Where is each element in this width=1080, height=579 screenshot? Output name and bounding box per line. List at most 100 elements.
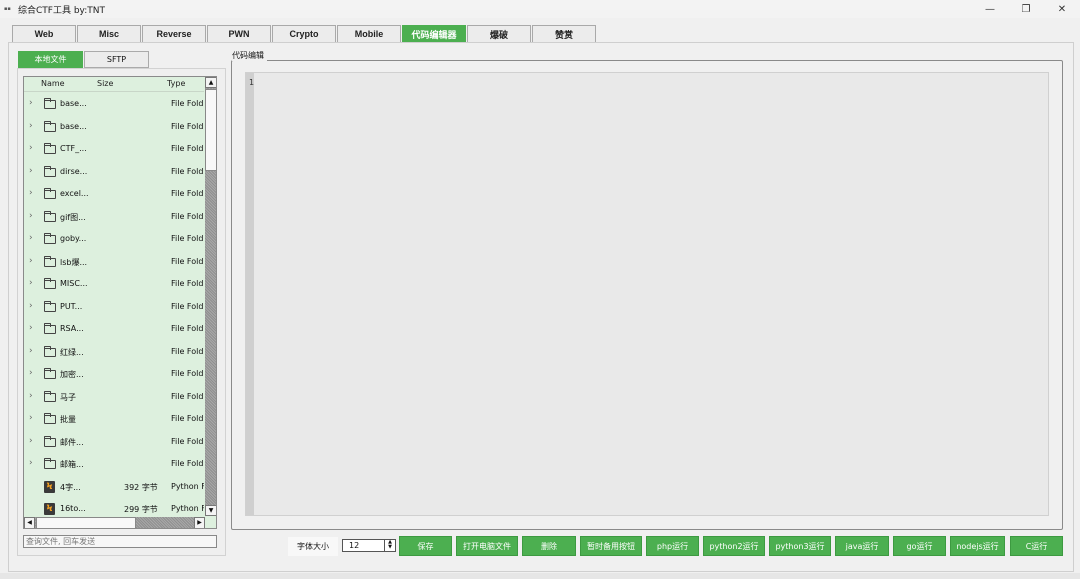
file-type: File Fold [171, 414, 204, 423]
tree-row[interactable]: › goby... File Fold [24, 228, 204, 251]
expand-chevron-icon[interactable]: › [29, 323, 33, 333]
file-name: PUT... [60, 301, 83, 311]
backup-button[interactable]: 暂时备用按钮 [580, 536, 642, 556]
scroll-right-icon[interactable]: ▶ [194, 517, 205, 528]
tab-mobile[interactable]: Mobile [337, 25, 401, 42]
run-java-button[interactable]: java运行 [835, 536, 889, 556]
tree-row[interactable]: › PUT... File Fold [24, 296, 204, 319]
expand-chevron-icon[interactable]: › [29, 121, 33, 131]
folder-icon [44, 120, 56, 132]
app-icon: ▪▪ [4, 6, 11, 12]
folder-icon [44, 435, 56, 447]
expand-chevron-icon[interactable]: › [29, 211, 33, 221]
folder-icon [44, 368, 56, 379]
file-type: File Fold [171, 99, 204, 108]
column-header-type[interactable]: Type [167, 79, 185, 88]
delete-button[interactable]: 删除 [522, 536, 576, 556]
tree-row[interactable]: › base... File Fold [24, 116, 204, 139]
tree-row[interactable]: › RSA... File Fold [24, 318, 204, 341]
tree-row[interactable]: › gif图... File Fold [24, 206, 204, 229]
file-type: File Fold [171, 279, 204, 288]
horizontal-scrollbar[interactable]: ◀ ▶ [24, 517, 205, 528]
title-bar: ▪▪ 综合CTF工具 by:TNT — ❐ ✕ [0, 0, 1080, 18]
tree-row[interactable]: › 邮件... File Fold [24, 431, 204, 454]
folder-icon [44, 323, 56, 334]
run-c-button[interactable]: C运行 [1010, 536, 1063, 556]
tab-donate[interactable]: 赞赏 [532, 25, 596, 42]
close-button[interactable]: ✕ [1044, 0, 1080, 18]
tab-crypto[interactable]: Crypto [272, 25, 336, 42]
expand-chevron-icon[interactable]: › [29, 98, 33, 108]
tree-row[interactable]: › MISC... File Fold [24, 273, 204, 296]
folder-icon [44, 278, 56, 289]
expand-chevron-icon[interactable]: › [29, 458, 33, 468]
tree-row[interactable]: › 邮箱... File Fold [24, 453, 204, 476]
file-type: File Fold [171, 166, 204, 176]
file-search-input[interactable] [23, 535, 217, 548]
code-editor[interactable]: 1 [245, 72, 1049, 516]
hscroll-thumb[interactable] [36, 517, 136, 528]
spin-arrows-icon[interactable]: ▲ ▼ [384, 540, 395, 551]
scroll-down-icon[interactable]: ▼ [205, 505, 216, 516]
restore-button[interactable]: ❐ [1008, 0, 1044, 18]
save-button[interactable]: 保存 [399, 536, 452, 556]
tab-code-editor[interactable]: 代码编辑器 [402, 25, 466, 42]
file-type: File Fold [171, 436, 204, 446]
open-file-button[interactable]: 打开电脑文件 [456, 536, 518, 556]
run-python3-button[interactable]: python3运行 [769, 536, 831, 556]
tree-row[interactable]: › 加密... File Fold [24, 363, 204, 386]
file-name: dirse... [60, 166, 88, 176]
tree-row[interactable]: › lsb爆... File Fold [24, 251, 204, 274]
scroll-left-icon[interactable]: ◀ [24, 517, 35, 528]
file-name: goby... [60, 234, 87, 243]
expand-chevron-icon[interactable]: › [29, 346, 33, 356]
tree-row[interactable]: › CTF_... File Fold [24, 138, 204, 161]
file-tree[interactable]: Name Size Type › base... File Fold › base...… [23, 76, 217, 529]
tab-misc[interactable]: Misc [77, 25, 141, 42]
expand-chevron-icon[interactable]: › [29, 278, 33, 288]
tab-web[interactable]: Web [12, 25, 76, 42]
scroll-up-icon[interactable]: ▲ [205, 77, 216, 88]
folder-icon [44, 143, 56, 154]
run-go-button[interactable]: go运行 [893, 536, 946, 556]
expand-chevron-icon[interactable]: › [29, 301, 33, 311]
tree-row[interactable]: › 批量 File Fold [24, 408, 204, 431]
expand-chevron-icon[interactable]: › [29, 256, 33, 266]
tab-local-files[interactable]: 本地文件 [18, 51, 83, 68]
tab-pwn[interactable]: PWN [207, 25, 271, 42]
file-name: 加密... [60, 370, 84, 379]
expand-chevron-icon[interactable]: › [29, 188, 33, 198]
expand-chevron-icon[interactable]: › [29, 368, 33, 378]
folder-icon [44, 458, 56, 469]
scroll-thumb[interactable] [205, 89, 216, 171]
expand-chevron-icon[interactable]: › [29, 233, 33, 243]
column-header-size[interactable]: Size [97, 79, 113, 88]
font-size-spinbox[interactable]: 12 ▲ ▼ [342, 539, 396, 552]
tab-brute-force[interactable]: 爆破 [467, 25, 531, 42]
tab-reverse[interactable]: Reverse [142, 25, 206, 42]
file-name: 16to... [60, 504, 86, 513]
column-header-name[interactable]: Name [41, 79, 65, 88]
file-name: gif图... [60, 212, 86, 222]
file-type: File Fold [171, 189, 204, 198]
tree-row[interactable]: › base... File Fold [24, 93, 204, 116]
tree-row[interactable]: › dirse... File Fold [24, 161, 204, 184]
python-file-icon: Ϟ [44, 480, 55, 493]
expand-chevron-icon[interactable]: › [29, 413, 33, 423]
tree-row[interactable]: Ϟ 4字... 392 字节 Python F [24, 476, 204, 499]
tree-row[interactable]: › 马子 File Fold [24, 386, 204, 409]
scroll-corner [205, 517, 216, 528]
expand-chevron-icon[interactable]: › [29, 391, 33, 401]
tree-row[interactable]: › excel... File Fold [24, 183, 204, 206]
folder-icon [44, 300, 56, 312]
minimize-button[interactable]: — [972, 0, 1008, 18]
run-nodejs-button[interactable]: nodejs运行 [950, 536, 1005, 556]
tab-sftp[interactable]: SFTP [84, 51, 149, 68]
expand-chevron-icon[interactable]: › [29, 436, 33, 446]
vertical-scrollbar[interactable]: ▲ ▼ [205, 77, 216, 516]
expand-chevron-icon[interactable]: › [29, 166, 33, 176]
run-php-button[interactable]: php运行 [646, 536, 699, 556]
run-python2-button[interactable]: python2运行 [703, 536, 765, 556]
tree-row[interactable]: › 红绿... File Fold [24, 341, 204, 364]
expand-chevron-icon[interactable]: › [29, 143, 33, 153]
